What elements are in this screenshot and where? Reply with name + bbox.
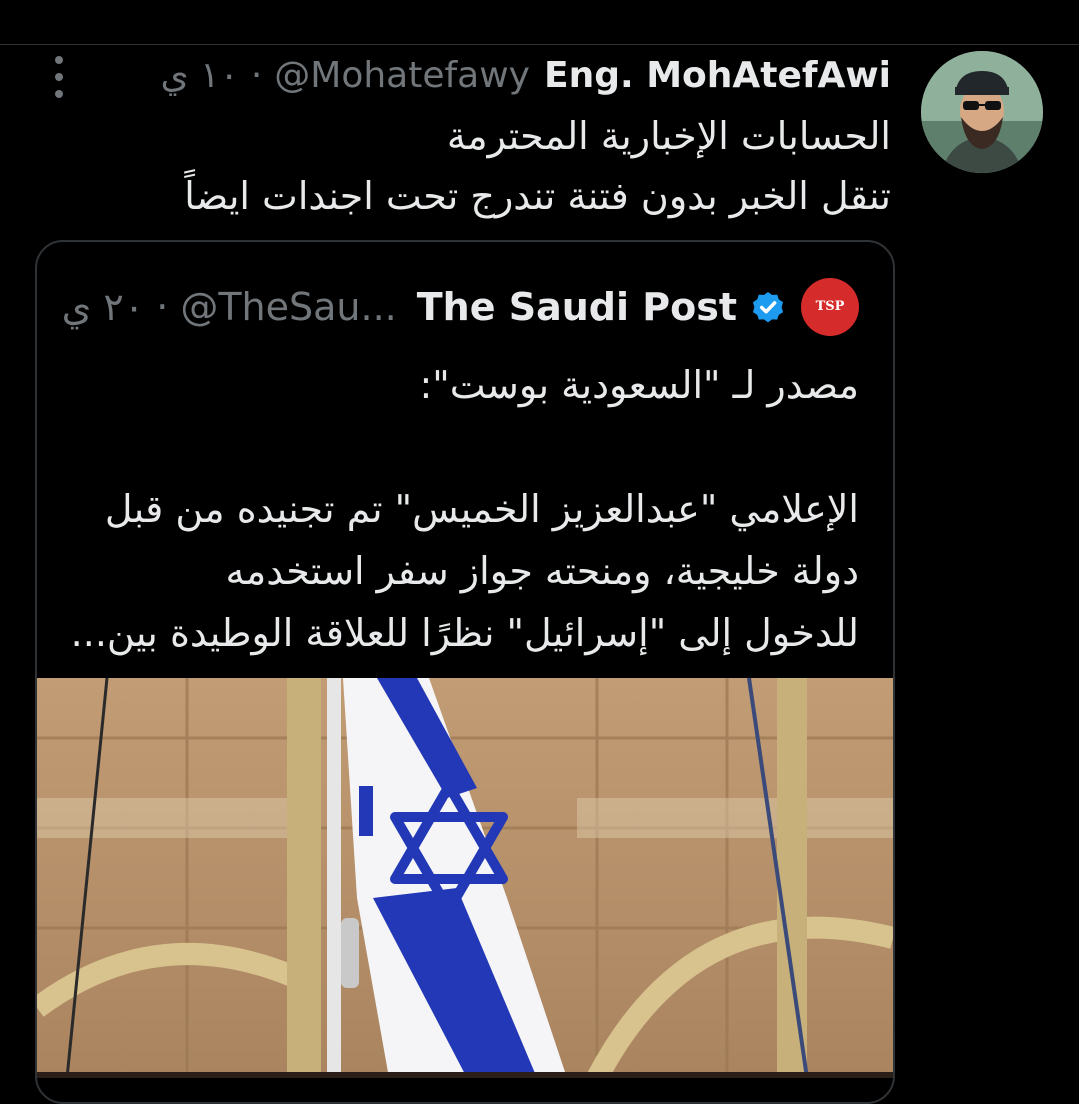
quoted-tweet-time[interactable]: ٢٠ ي	[62, 282, 145, 332]
quoted-tweet-separator: ·	[156, 285, 169, 329]
quoted-tweet-text-line: مصدر لـ "السعودية بوست":	[419, 363, 859, 407]
quoted-tweet-header: ٢٠ ي · @TheSau... The Saudi Post TSP	[62, 278, 859, 336]
quoted-tweet-text-blank	[69, 416, 859, 478]
dot-icon	[55, 73, 63, 81]
tweet-text: الحسابات الإخبارية المحترمة تنقل الخبر ب…	[51, 106, 891, 226]
top-divider	[0, 44, 1079, 45]
israeli-flag-photo	[37, 678, 893, 1078]
quoted-tweet-text-line: دولة خليجية، ومنحته جواز سفر استخدمه	[225, 549, 859, 593]
quoted-tweet-handle[interactable]: @TheSau...	[180, 282, 396, 332]
quoted-tweet-text-line: الإعلامي "عبدالعزيز الخميس" تم تجنيده من…	[104, 487, 859, 531]
quoted-tweet-media[interactable]	[37, 678, 893, 1078]
tweet-time[interactable]: ١٠ ي	[161, 52, 239, 100]
avatar-image	[921, 51, 1043, 173]
tsp-logo-text: TSP	[815, 299, 845, 314]
dot-icon	[55, 56, 63, 64]
quoted-tweet-text: مصدر لـ "السعودية بوست": الإعلامي "عبدال…	[69, 354, 859, 664]
quoted-tweet-card[interactable]: ٢٠ ي · @TheSau... The Saudi Post TSP مصد…	[35, 240, 895, 1104]
tweet-handle[interactable]: @Mohatefawy	[274, 52, 530, 100]
tweet-text-line: تنقل الخبر بدون فتنة تندرج تحت اجندات اي…	[184, 174, 891, 218]
quoted-tweet-display-name[interactable]: The Saudi Post	[417, 282, 737, 332]
avatar[interactable]	[921, 51, 1043, 173]
tweet-text-line: الحسابات الإخبارية المحترمة	[446, 114, 891, 158]
tweet-header: ١٠ ي · @Mohatefawy Eng. MohAtefAwi	[161, 52, 891, 100]
more-options-icon[interactable]	[48, 56, 70, 98]
dot-icon	[55, 90, 63, 98]
tsp-logo-icon[interactable]: TSP	[801, 278, 859, 336]
tweet-separator: ·	[250, 55, 263, 96]
verified-badge-icon	[749, 288, 787, 326]
quoted-tweet-text-line: للدخول إلى "إسرائيل" نظرًا للعلاقة الوطي…	[70, 611, 859, 655]
tweet-display-name[interactable]: Eng. MohAtefAwi	[544, 52, 891, 100]
